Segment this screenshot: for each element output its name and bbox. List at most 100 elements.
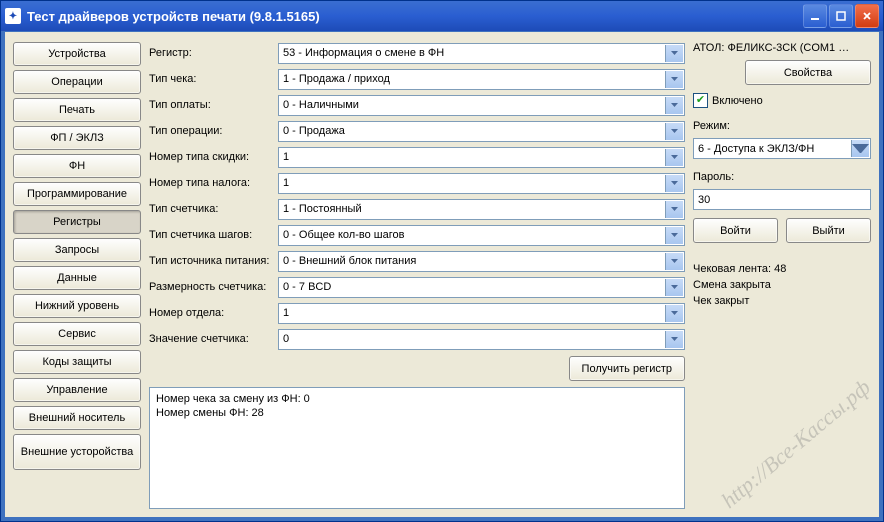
minimize-button[interactable] xyxy=(803,4,827,28)
form-value: 1 xyxy=(283,151,289,163)
form-label: Номер отдела: xyxy=(149,307,278,319)
form-label: Тип операции: xyxy=(149,125,278,137)
chevron-down-icon xyxy=(665,253,683,270)
sidebar-item-13[interactable]: Внешний носитель xyxy=(13,406,141,430)
form-row-1: Тип чека:1 - Продажа / приход xyxy=(149,68,685,90)
center-panel: Регистр:53 - Информация о смене в ФН Тип … xyxy=(149,42,685,509)
form-row-8: Тип источника питания: 0 - Внешний блок п… xyxy=(149,250,685,272)
form-select-5[interactable]: 1 xyxy=(278,173,685,194)
mode-select[interactable]: 6 - Доступа к ЭКЛЗ/ФН xyxy=(693,138,871,159)
sidebar-item-5[interactable]: Программирование xyxy=(13,182,141,206)
logout-button[interactable]: Выйти xyxy=(786,218,871,243)
enabled-label: Включено xyxy=(712,95,763,107)
mode-value: 6 - Доступа к ЭКЛЗ/ФН xyxy=(698,143,814,155)
form-value: 0 - Внешний блок питания xyxy=(283,255,416,267)
sidebar-item-1[interactable]: Операции xyxy=(13,70,141,94)
form-value: 53 - Информация о смене в ФН xyxy=(283,47,444,59)
form-label: Размерность счетчика: xyxy=(149,281,278,293)
maximize-button[interactable] xyxy=(829,4,853,28)
form-row-5: Номер типа налога: 1 xyxy=(149,172,685,194)
form-row-2: Тип оплаты: 0 - Наличными xyxy=(149,94,685,116)
sidebar: Устройства Операции Печать ФП / ЭКЛЗ ФН Прогр… xyxy=(13,42,141,509)
password-value: 30 xyxy=(698,194,710,206)
properties-button[interactable]: Свойства xyxy=(745,60,871,85)
form-row-6: Тип счетчика: 1 - Постоянный xyxy=(149,198,685,220)
sidebar-item-8[interactable]: Данные xyxy=(13,266,141,290)
form-row-10: Номер отдела:1 xyxy=(149,302,685,324)
password-input[interactable]: 30 xyxy=(693,189,871,210)
close-button[interactable] xyxy=(855,4,879,28)
form-select-2[interactable]: 0 - Наличными xyxy=(278,95,685,116)
chevron-down-icon xyxy=(665,71,683,88)
sidebar-item-4[interactable]: ФН xyxy=(13,154,141,178)
form-select-3[interactable]: 0 - Продажа xyxy=(278,121,685,142)
form-row-0: Регистр:53 - Информация о смене в ФН xyxy=(149,42,685,64)
form-select-1[interactable]: 1 - Продажа / приход xyxy=(278,69,685,90)
chevron-down-icon xyxy=(665,175,683,192)
form-select-4[interactable]: 1 xyxy=(278,147,685,168)
enabled-checkbox[interactable]: ✔ Включено xyxy=(693,93,871,108)
form-value: 1 xyxy=(283,177,289,189)
password-label: Пароль: xyxy=(693,171,871,183)
sidebar-item-10[interactable]: Сервис xyxy=(13,322,141,346)
chevron-down-icon xyxy=(851,140,869,157)
sidebar-item-0[interactable]: Устройства xyxy=(13,42,141,66)
sidebar-item-12[interactable]: Управление xyxy=(13,378,141,402)
form-select-0[interactable]: 53 - Информация о смене в ФН xyxy=(278,43,685,64)
sidebar-item-11[interactable]: Коды защиты xyxy=(13,350,141,374)
chevron-down-icon xyxy=(665,305,683,322)
form-select-10[interactable]: 1 xyxy=(278,303,685,324)
window-title: Тест драйверов устройств печати (9.8.1.5… xyxy=(27,9,320,24)
form-select-8[interactable]: 0 - Внешний блок питания xyxy=(278,251,685,272)
form-row-4: Номер типа скидки: 1 xyxy=(149,146,685,168)
chevron-down-icon xyxy=(665,149,683,166)
form-value: 0 xyxy=(283,333,289,345)
form-label: Значение счетчика: xyxy=(149,333,278,345)
chevron-down-icon xyxy=(665,227,683,244)
log-output[interactable]: Номер чека за смену из ФН: 0 Номер смены… xyxy=(149,387,685,509)
form-row-9: Размерность счетчика: 0 - 7 BCD xyxy=(149,276,685,298)
form-value: 0 - Наличными xyxy=(283,99,359,111)
form-label: Тип счетчика: xyxy=(149,203,278,215)
form-value: 1 - Постоянный xyxy=(283,203,362,215)
sidebar-item-6[interactable]: Регистры xyxy=(13,210,141,234)
chevron-down-icon xyxy=(665,123,683,140)
form-select-11[interactable]: 0 xyxy=(278,329,685,350)
form-label: Тип источника питания: xyxy=(149,255,278,267)
form-select-9[interactable]: 0 - 7 BCD xyxy=(278,277,685,298)
login-button[interactable]: Войти xyxy=(693,218,778,243)
status-line-1: Смена закрыта xyxy=(693,277,871,293)
form-row-11: Значение счетчика: 0 xyxy=(149,328,685,350)
form-label: Тип оплаты: xyxy=(149,99,278,111)
chevron-down-icon xyxy=(665,331,683,348)
sidebar-item-9[interactable]: Нижний уровень xyxy=(13,294,141,318)
device-name: АТОЛ: ФЕЛИКС-3СК (COM1 … xyxy=(693,42,871,54)
sidebar-item-3[interactable]: ФП / ЭКЛЗ xyxy=(13,126,141,150)
app-window: ✦ Тест драйверов устройств печати (9.8.1… xyxy=(0,0,884,522)
sidebar-item-7[interactable]: Запросы xyxy=(13,238,141,262)
form-value: 1 - Продажа / приход xyxy=(283,73,390,85)
form-row-7: Тип счетчика шагов: 0 - Общее кол-во шаго… xyxy=(149,224,685,246)
client-area: Устройства Операции Печать ФП / ЭКЛЗ ФН Прогр… xyxy=(5,32,879,517)
form: Регистр:53 - Информация о смене в ФН Тип … xyxy=(149,42,685,350)
form-value: 0 - Продажа xyxy=(283,125,345,137)
status-line-0: Чековая лента: 48 xyxy=(693,261,871,277)
form-label: Номер типа налога: xyxy=(149,177,278,189)
form-label: Номер типа скидки: xyxy=(149,151,278,163)
chevron-down-icon xyxy=(665,201,683,218)
checkbox-icon: ✔ xyxy=(693,93,708,108)
sidebar-item-2[interactable]: Печать xyxy=(13,98,141,122)
form-value: 0 - 7 BCD xyxy=(283,281,331,293)
titlebar: ✦ Тест драйверов устройств печати (9.8.1… xyxy=(1,1,883,31)
chevron-down-icon xyxy=(665,97,683,114)
right-panel: АТОЛ: ФЕЛИКС-3СК (COM1 … Свойства ✔ Вклю… xyxy=(693,42,871,509)
form-label: Тип счетчика шагов: xyxy=(149,229,278,241)
form-select-7[interactable]: 0 - Общее кол-во шагов xyxy=(278,225,685,246)
mode-label: Режим: xyxy=(693,120,871,132)
form-value: 0 - Общее кол-во шагов xyxy=(283,229,404,241)
chevron-down-icon xyxy=(665,279,683,296)
sidebar-item-14[interactable]: Внешние усторойства xyxy=(13,434,141,470)
form-select-6[interactable]: 1 - Постоянный xyxy=(278,199,685,220)
form-row-3: Тип операции: 0 - Продажа xyxy=(149,120,685,142)
get-register-button[interactable]: Получить регистр xyxy=(569,356,685,381)
